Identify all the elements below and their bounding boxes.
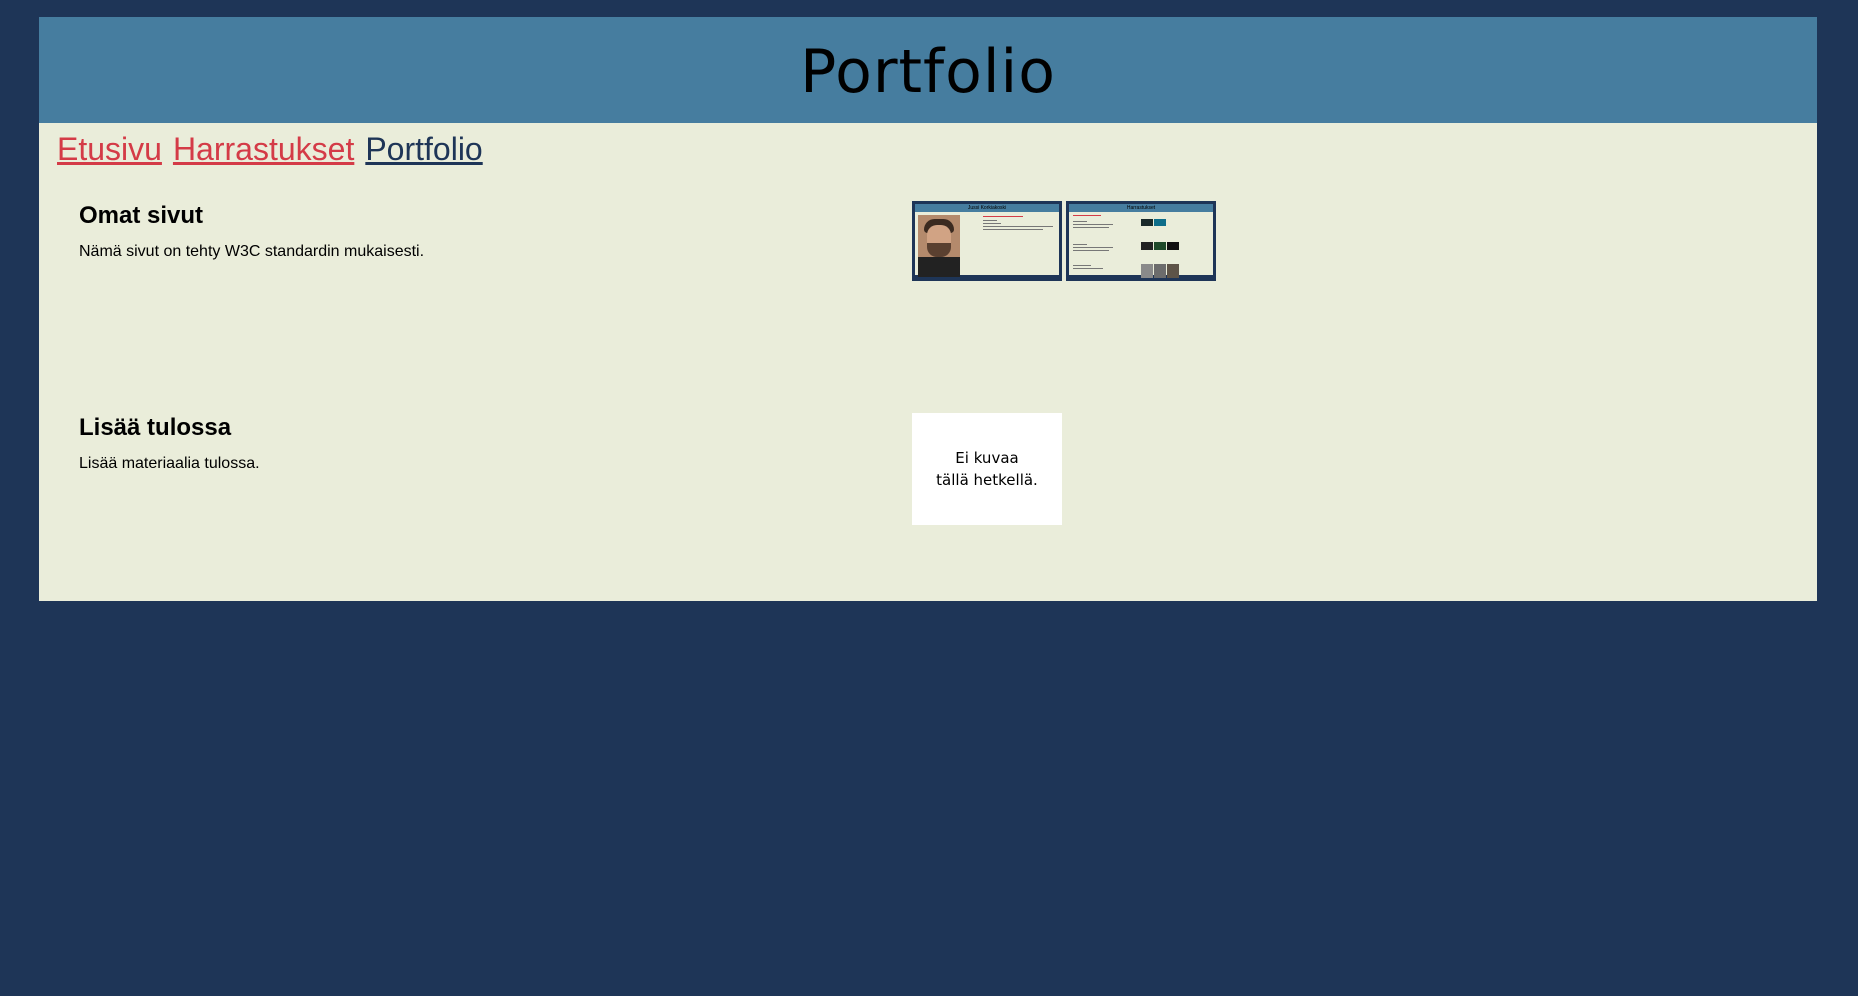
thumbnail-gallery: Jussi Korkiakoski Harrastukset: [912, 201, 1216, 281]
thumbnail-harrastukset[interactable]: Harrastukset: [1066, 201, 1216, 281]
nav-link-portfolio[interactable]: Portfolio: [365, 131, 482, 168]
portrait-photo: [918, 215, 960, 277]
thumbnail-etusivu[interactable]: Jussi Korkiakoski: [912, 201, 1062, 281]
nav-link-etusivu[interactable]: Etusivu: [57, 131, 162, 168]
section-text: Nämä sivut on tehty W3C standardin mukai…: [79, 243, 425, 260]
placeholder-line-2: tällä hetkellä.: [936, 471, 1038, 489]
section-omat-sivut: Omat sivut Nämä sivut on tehty W3C stand…: [79, 202, 424, 261]
section-lisaa-tulossa: Lisää tulossa Lisää materiaalia tulossa.: [79, 414, 260, 473]
placeholder-line-1: Ei kuvaa: [955, 449, 1019, 467]
main-nav: Etusivu Harrastukset Portfolio: [57, 131, 483, 168]
image-placeholder: Ei kuvaa tällä hetkellä.: [912, 413, 1062, 525]
nav-link-harrastukset[interactable]: Harrastukset: [173, 131, 354, 168]
thumbnail-title: Harrastukset: [1069, 204, 1213, 212]
section-text: Lisää materiaalia tulossa.: [79, 455, 260, 472]
page-container: Portfolio Etusivu Harrastukset Portfolio…: [39, 17, 1817, 601]
section-heading: Omat sivut: [79, 202, 204, 229]
page-title: Portfolio: [800, 37, 1056, 107]
section-heading: Lisää tulossa: [79, 414, 232, 441]
thumbnail-title: Jussi Korkiakoski: [915, 204, 1059, 212]
page-header: Portfolio: [39, 17, 1817, 123]
